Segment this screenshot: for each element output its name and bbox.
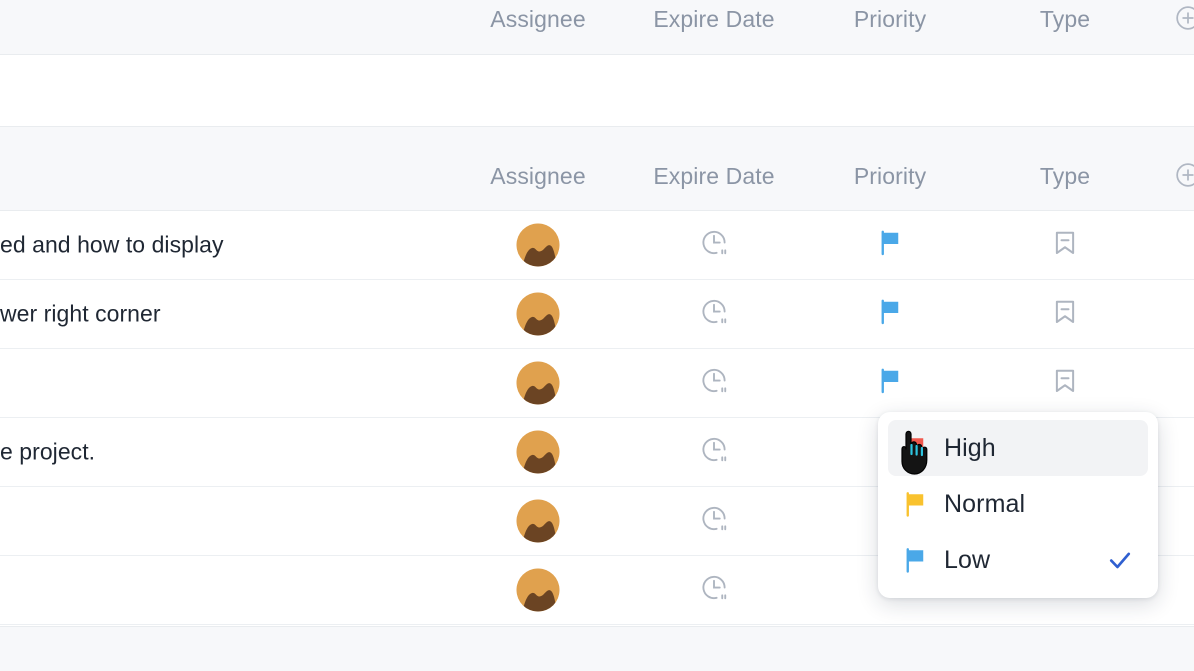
clock-icon: [699, 366, 729, 401]
assignee-cell[interactable]: [516, 361, 560, 405]
avatar: [516, 499, 560, 543]
column-header-priority-2[interactable]: Priority: [854, 163, 926, 190]
task-table-screen: Assignee Expire Date Priority Type Assig…: [0, 0, 1194, 671]
bookmark-icon: [1050, 366, 1080, 401]
clock-icon: [699, 297, 729, 332]
avatar: [516, 361, 560, 405]
expire-date-cell[interactable]: [699, 435, 729, 470]
flag-icon: [875, 228, 905, 263]
priority-option-label: Normal: [944, 489, 1026, 518]
assignee-cell[interactable]: [516, 499, 560, 543]
type-cell[interactable]: [1050, 228, 1080, 263]
task-title: wer right corner: [0, 300, 161, 327]
assignee-cell[interactable]: [516, 292, 560, 336]
table-header-secondary: Assignee Expire Date Priority Type: [0, 126, 1194, 211]
expire-date-cell[interactable]: [699, 573, 729, 608]
priority-cell[interactable]: [875, 366, 905, 401]
priority-option-low[interactable]: Low: [888, 532, 1148, 588]
assignee-cell[interactable]: [516, 430, 560, 474]
column-header-assignee[interactable]: Assignee: [490, 6, 585, 33]
clock-icon: [699, 573, 729, 608]
priority-option-high[interactable]: High: [888, 420, 1148, 476]
type-cell[interactable]: [1050, 297, 1080, 332]
flag-normal-icon: [898, 487, 932, 521]
priority-option-normal[interactable]: Normal: [888, 476, 1148, 532]
priority-cell[interactable]: [875, 297, 905, 332]
table-header-top: Assignee Expire Date Priority Type: [0, 0, 1194, 55]
expire-date-cell[interactable]: [699, 297, 729, 332]
column-header-assignee-2[interactable]: Assignee: [490, 163, 585, 190]
check-icon: [1106, 546, 1134, 574]
table-row[interactable]: wer right corner: [0, 280, 1194, 349]
flag-icon: [875, 297, 905, 332]
flag-icon: [875, 366, 905, 401]
flag-high-icon: [898, 431, 932, 465]
bookmark-icon: [1050, 228, 1080, 263]
column-header-type[interactable]: Type: [1040, 6, 1090, 33]
task-title: ed and how to display: [0, 231, 224, 258]
column-header-expire-date[interactable]: Expire Date: [653, 6, 774, 33]
clock-icon: [699, 504, 729, 539]
assignee-cell[interactable]: [516, 568, 560, 612]
add-column-icon-2[interactable]: [1175, 162, 1194, 188]
avatar: [516, 223, 560, 267]
column-header-expire-date-2[interactable]: Expire Date: [653, 163, 774, 190]
expire-date-cell[interactable]: [699, 366, 729, 401]
table-row[interactable]: [0, 349, 1194, 418]
assignee-cell[interactable]: [516, 223, 560, 267]
clock-icon: [699, 435, 729, 470]
add-column-icon[interactable]: [1175, 5, 1194, 31]
group-spacer: [0, 55, 1194, 126]
table-row[interactable]: ed and how to display: [0, 211, 1194, 280]
expire-date-cell[interactable]: [699, 228, 729, 263]
expire-date-cell[interactable]: [699, 504, 729, 539]
bookmark-icon: [1050, 297, 1080, 332]
priority-option-label: Low: [944, 545, 991, 574]
type-cell[interactable]: [1050, 366, 1080, 401]
priority-cell[interactable]: [875, 228, 905, 263]
task-title: e project.: [0, 438, 96, 465]
avatar: [516, 292, 560, 336]
avatar: [516, 568, 560, 612]
column-header-type-2[interactable]: Type: [1040, 163, 1090, 190]
clock-icon: [699, 228, 729, 263]
table-footer-band: [0, 626, 1194, 671]
priority-option-label: High: [944, 433, 996, 462]
flag-low-icon: [898, 543, 932, 577]
column-header-priority[interactable]: Priority: [854, 6, 926, 33]
priority-dropdown-menu[interactable]: High Normal Low: [878, 412, 1158, 598]
avatar: [516, 430, 560, 474]
